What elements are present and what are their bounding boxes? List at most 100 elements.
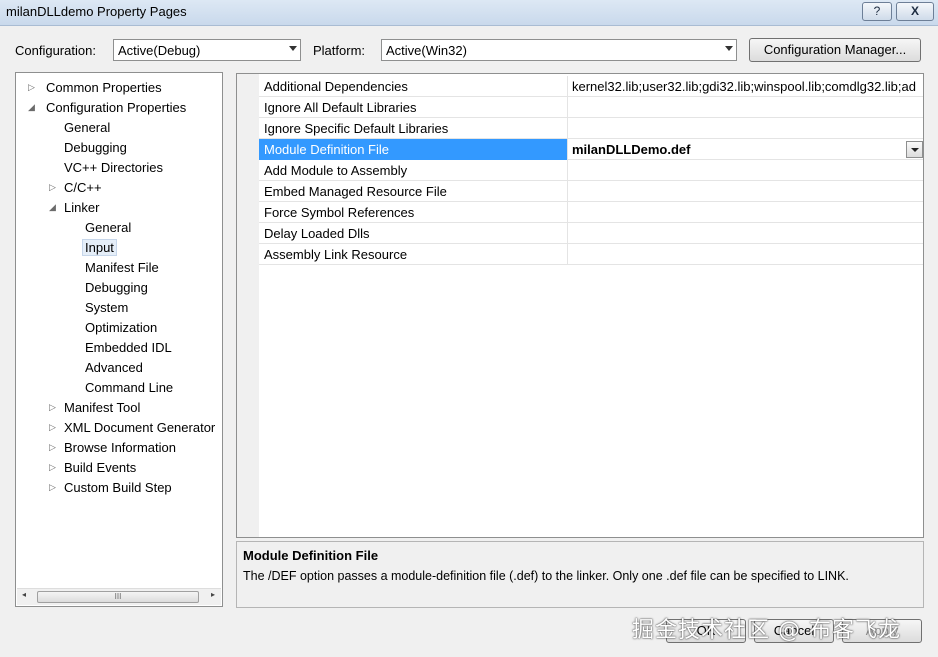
configuration-select[interactable]: Active(Debug) <box>113 39 301 61</box>
tree-item-linker-debugging[interactable]: Debugging <box>83 278 150 297</box>
description-panel: Module Definition File The /DEF option p… <box>236 541 924 608</box>
tree-item-debugging[interactable]: Debugging <box>62 138 129 157</box>
property-row-ignore-specific-default-libraries[interactable]: Ignore Specific Default Libraries <box>259 118 923 139</box>
property-tree[interactable]: ▷ Common Properties ◢ Configuration Prop… <box>15 72 223 607</box>
property-name: Module Definition File <box>259 139 568 160</box>
configuration-value: Active(Debug) <box>118 43 201 58</box>
tree-item-label: Configuration Properties <box>46 100 187 115</box>
tree-item-custom-build-step[interactable]: ▷ Custom Build Step <box>49 478 174 497</box>
close-button[interactable]: X <box>896 2 934 21</box>
tree-item-c-cpp[interactable]: ▷ C/C++ <box>49 178 104 197</box>
tree-item-configuration-properties[interactable]: ◢ Configuration Properties <box>28 98 188 117</box>
scroll-thumb[interactable]: III <box>37 591 199 603</box>
property-row-add-module-to-assembly[interactable]: Add Module to Assembly <box>259 160 923 181</box>
tree-item-embedded-idl[interactable]: Embedded IDL <box>83 338 174 357</box>
tree-item-label: Manifest Tool <box>64 400 141 415</box>
scroll-left-icon[interactable]: ◂ <box>22 590 26 599</box>
property-value[interactable] <box>569 118 923 139</box>
tree-item-label: Linker <box>64 200 100 215</box>
tree-item-label: Optimization <box>85 320 158 335</box>
platform-value: Active(Win32) <box>386 43 467 58</box>
tree-item-label: Embedded IDL <box>85 340 172 355</box>
tree-item-manifest-file[interactable]: Manifest File <box>83 258 161 277</box>
expand-icon[interactable]: ▷ <box>49 458 59 477</box>
property-value[interactable] <box>569 97 923 118</box>
property-value-input[interactable]: milanDLLDemo.def <box>569 139 923 160</box>
property-value[interactable] <box>569 181 923 202</box>
expand-icon[interactable]: ▷ <box>49 398 59 417</box>
tree-item-label: System <box>85 300 129 315</box>
configuration-label: Configuration: <box>15 43 96 58</box>
tree-item-build-events[interactable]: ▷ Build Events <box>49 458 138 477</box>
tree-item-command-line[interactable]: Command Line <box>83 378 175 397</box>
tree-item-label: Build Events <box>64 460 137 475</box>
property-row-ignore-all-default-libraries[interactable]: Ignore All Default Libraries <box>259 97 923 118</box>
tree-item-manifest-tool[interactable]: ▷ Manifest Tool <box>49 398 142 417</box>
tree-item-xml-document-generator[interactable]: ▷ XML Document Generator <box>49 418 217 437</box>
tree-item-label: General <box>64 120 111 135</box>
tree-item-linker-general[interactable]: General <box>83 218 133 237</box>
tree-item-label: Debugging <box>64 140 127 155</box>
property-name: Force Symbol References <box>259 202 568 223</box>
description-title: Module Definition File <box>243 548 379 563</box>
property-row-additional-dependencies[interactable]: Additional Dependencies kernel32.lib;use… <box>259 76 923 97</box>
platform-select[interactable]: Active(Win32) <box>381 39 737 61</box>
tree-item-linker[interactable]: ◢ Linker <box>49 198 101 217</box>
property-name: Embed Managed Resource File <box>259 181 568 202</box>
tree-item-linker-input[interactable]: Input <box>82 238 117 257</box>
grid-gutter <box>237 74 259 537</box>
tree-item-advanced[interactable]: Advanced <box>83 358 145 377</box>
scroll-right-icon[interactable]: ▸ <box>211 590 215 599</box>
property-grid[interactable]: Additional Dependencies kernel32.lib;use… <box>236 73 924 538</box>
watermark-text: 掘金技术社区 @ 布客飞龙 <box>632 618 901 643</box>
property-name: Additional Dependencies <box>259 76 568 97</box>
horizontal-scrollbar[interactable]: ◂ III ▸ <box>17 588 221 605</box>
expand-icon[interactable]: ▷ <box>49 418 59 437</box>
property-row-force-symbol-references[interactable]: Force Symbol References <box>259 202 923 223</box>
platform-label: Platform: <box>313 43 366 58</box>
property-value[interactable] <box>569 160 923 181</box>
tree-item-label: Advanced <box>85 360 143 375</box>
window-title: milanDLLdemo Property Pages <box>6 4 187 19</box>
tree-item-label: Input <box>82 239 117 256</box>
chevron-down-icon <box>725 46 733 51</box>
description-text: The /DEF option passes a module-definiti… <box>243 569 849 583</box>
expand-icon[interactable]: ▷ <box>49 438 59 457</box>
tree-item-label: Common Properties <box>46 80 162 95</box>
property-value[interactable] <box>569 244 923 265</box>
tree-item-vc-directories[interactable]: VC++ Directories <box>62 158 165 177</box>
property-value[interactable] <box>569 223 923 244</box>
property-row-module-definition-file[interactable]: Module Definition File milanDLLDemo.def <box>259 139 923 160</box>
property-name: Ignore All Default Libraries <box>259 97 568 118</box>
tree-item-label: VC++ Directories <box>64 160 163 175</box>
property-name: Delay Loaded Dlls <box>259 223 568 244</box>
expand-icon[interactable]: ▷ <box>49 478 59 497</box>
property-row-assembly-link-resource[interactable]: Assembly Link Resource <box>259 244 923 265</box>
tree-item-browse-information[interactable]: ▷ Browse Information <box>49 438 178 457</box>
tree-item-common-properties[interactable]: ▷ Common Properties <box>28 78 164 97</box>
property-value[interactable] <box>569 202 923 223</box>
collapse-icon[interactable]: ◢ <box>28 98 38 117</box>
tree-item-system[interactable]: System <box>83 298 130 317</box>
property-name: Add Module to Assembly <box>259 160 568 181</box>
tree-item-optimization[interactable]: Optimization <box>83 318 159 337</box>
tree-item-label: Browse Information <box>64 440 176 455</box>
help-button[interactable]: ? <box>862 2 892 21</box>
expand-icon[interactable]: ▷ <box>49 178 59 197</box>
property-value[interactable]: kernel32.lib;user32.lib;gdi32.lib;winspo… <box>569 76 923 97</box>
tree-item-label: General <box>85 220 132 235</box>
collapse-icon[interactable]: ◢ <box>49 198 59 217</box>
property-row-delay-loaded-dlls[interactable]: Delay Loaded Dlls <box>259 223 923 244</box>
tree-item-label: Custom Build Step <box>64 480 172 495</box>
tree-item-label: XML Document Generator <box>64 420 216 435</box>
property-row-embed-managed-resource-file[interactable]: Embed Managed Resource File <box>259 181 923 202</box>
title-bar: milanDLLdemo Property Pages ? X <box>0 0 938 26</box>
tree-item-label: Debugging <box>85 280 148 295</box>
tree-item-label: C/C++ <box>64 180 102 195</box>
tree-item-general[interactable]: General <box>62 118 112 137</box>
grip-icon: III <box>114 592 122 601</box>
configuration-manager-button[interactable]: Configuration Manager... <box>749 38 921 62</box>
dropdown-button[interactable] <box>906 141 923 158</box>
chevron-down-icon <box>289 46 297 51</box>
expand-icon[interactable]: ▷ <box>28 78 38 97</box>
